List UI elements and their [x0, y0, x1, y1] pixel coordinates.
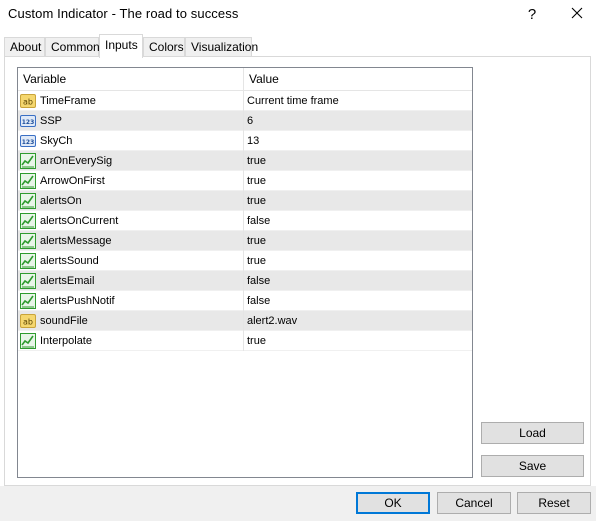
value-cell[interactable]: true [244, 331, 472, 351]
value-cell[interactable]: true [244, 251, 472, 271]
table-row[interactable]: arrOnEverySig true [18, 151, 472, 171]
bool-icon [20, 173, 36, 189]
bool-icon [20, 273, 36, 289]
variable-cell: alertsOn [18, 191, 244, 211]
tab-common[interactable]: Common [45, 37, 100, 57]
help-icon: ? [527, 5, 537, 23]
grid-header: Variable Value [18, 68, 472, 91]
table-row[interactable]: Interpolate true [18, 331, 472, 351]
variable-name: soundFile [40, 315, 88, 327]
bool-icon [20, 293, 36, 309]
column-header-value[interactable]: Value [244, 68, 472, 90]
help-button[interactable]: ? [510, 0, 554, 28]
svg-text:ab: ab [23, 98, 33, 107]
value-cell[interactable]: true [244, 191, 472, 211]
table-row[interactable]: alertsOn true [18, 191, 472, 211]
variable-name: SSP [40, 115, 63, 127]
value-cell[interactable]: 6 [244, 111, 472, 131]
string-icon: ab [20, 93, 36, 109]
bool-icon [20, 153, 36, 169]
value-cell[interactable]: false [244, 291, 472, 311]
svg-text:123: 123 [22, 139, 35, 146]
svg-text:ab: ab [23, 318, 33, 327]
value-cell[interactable]: false [244, 271, 472, 291]
number-icon: 123 [20, 133, 36, 149]
variable-cell: ab TimeFrame [18, 91, 244, 111]
table-row[interactable]: 123 SSP 6 [18, 111, 472, 131]
tab-inputs[interactable]: Inputs [99, 34, 143, 58]
tab-about[interactable]: About [4, 37, 45, 57]
table-row[interactable]: ab soundFile alert2.wav [18, 311, 472, 331]
variable-cell: alertsEmail [18, 271, 244, 291]
number-icon: 123 [20, 113, 36, 129]
variable-cell: Interpolate [18, 331, 244, 351]
bool-icon [20, 333, 36, 349]
svg-text:123: 123 [22, 119, 35, 126]
cancel-button[interactable]: Cancel [437, 492, 511, 514]
bool-icon [20, 253, 36, 269]
close-button[interactable] [555, 0, 596, 28]
variable-cell: arrOnEverySig [18, 151, 244, 171]
value-cell[interactable]: alert2.wav [244, 311, 472, 331]
ok-button[interactable]: OK [356, 492, 430, 514]
variable-name: Interpolate [40, 335, 92, 347]
value-cell[interactable]: Current time frame [244, 91, 472, 111]
variable-cell: 123 SkyCh [18, 131, 244, 151]
variable-name: alertsPushNotif [40, 295, 115, 307]
bool-icon [20, 213, 36, 229]
variable-cell: alertsOnCurrent [18, 211, 244, 231]
reset-button[interactable]: Reset [517, 492, 591, 514]
variable-name: alertsOn [40, 195, 82, 207]
table-row[interactable]: ab TimeFrame Current time frame [18, 91, 472, 111]
variable-name: SkyCh [40, 135, 73, 147]
value-cell[interactable]: false [244, 211, 472, 231]
table-row[interactable]: alertsSound true [18, 251, 472, 271]
dialog-button-bar: OK Cancel Reset [0, 486, 596, 521]
bool-icon [20, 193, 36, 209]
variable-name: alertsOnCurrent [40, 215, 119, 227]
table-row[interactable]: alertsOnCurrent false [18, 211, 472, 231]
window-title: Custom Indicator - The road to success [8, 6, 239, 21]
table-row[interactable]: ArrowOnFirst true [18, 171, 472, 191]
variable-name: alertsEmail [40, 275, 95, 287]
column-header-variable[interactable]: Variable [18, 68, 244, 90]
variable-name: alertsMessage [40, 235, 112, 247]
bool-icon [20, 233, 36, 249]
value-cell[interactable]: 13 [244, 131, 472, 151]
variable-cell: alertsSound [18, 251, 244, 271]
variable-cell: ArrowOnFirst [18, 171, 244, 191]
save-button[interactable]: Save [481, 455, 584, 477]
close-icon [571, 7, 583, 22]
variable-name: arrOnEverySig [40, 155, 113, 167]
table-row[interactable]: alertsMessage true [18, 231, 472, 251]
table-row[interactable]: alertsPushNotif false [18, 291, 472, 311]
value-cell[interactable]: true [244, 231, 472, 251]
load-button[interactable]: Load [481, 422, 584, 444]
variable-cell: alertsMessage [18, 231, 244, 251]
grid-rows: ab TimeFrame Current time frame 123 SSP 6 123 S… [18, 91, 472, 351]
inputs-panel: Variable Value ab TimeFrame Current time f… [4, 56, 591, 486]
tab-colors[interactable]: Colors [143, 37, 185, 57]
variable-name: TimeFrame [40, 95, 96, 107]
variable-name: ArrowOnFirst [40, 175, 105, 187]
table-row[interactable]: alertsEmail false [18, 271, 472, 291]
variable-cell: alertsPushNotif [18, 291, 244, 311]
tab-visualization[interactable]: Visualization [185, 37, 258, 57]
inputs-grid[interactable]: Variable Value ab TimeFrame Current time f… [17, 67, 473, 478]
variable-name: alertsSound [40, 255, 99, 267]
table-row[interactable]: 123 SkyCh 13 [18, 131, 472, 151]
value-cell[interactable]: true [244, 171, 472, 191]
title-bar: Custom Indicator - The road to success ? [0, 0, 596, 28]
variable-cell: ab soundFile [18, 311, 244, 331]
value-cell[interactable]: true [244, 151, 472, 171]
variable-cell: 123 SSP [18, 111, 244, 131]
tab-strip: About Common Inputs Colors Visualization [0, 34, 596, 58]
string-icon: ab [20, 313, 36, 329]
